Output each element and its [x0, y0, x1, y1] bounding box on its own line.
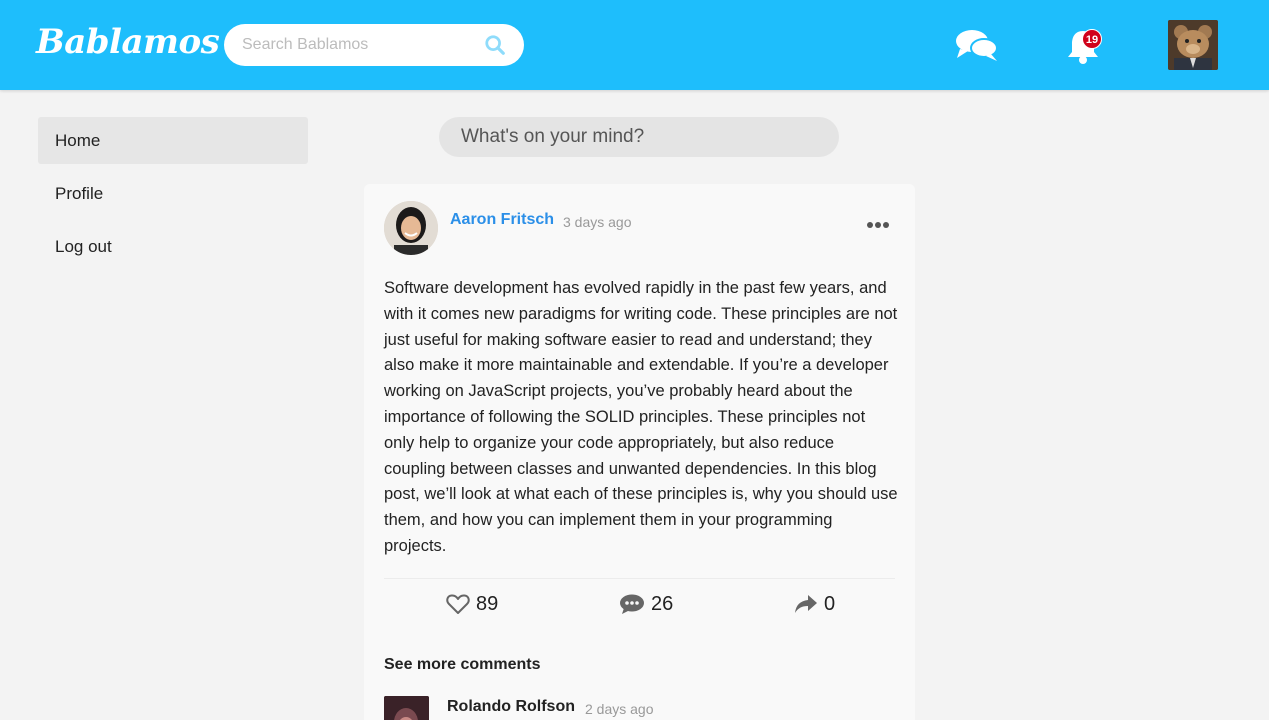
- search-icon[interactable]: [484, 34, 506, 56]
- post-body-text: Software development has evolved rapidly…: [384, 279, 898, 555]
- post-author-name[interactable]: Aaron Fritsch: [450, 211, 554, 229]
- sidebar-item-logout[interactable]: Log out: [38, 223, 308, 270]
- more-options-icon[interactable]: [866, 218, 890, 232]
- top-navigation-bar: Bablamos 19: [0, 0, 1269, 90]
- post-divider: [384, 578, 895, 579]
- notification-badge: 19: [1082, 29, 1102, 49]
- post-card: Aaron Fritsch 3 days ago Software develo…: [364, 184, 915, 720]
- app-logo[interactable]: Bablamos: [36, 22, 220, 62]
- sidebar-nav: Home Profile Log out: [38, 117, 308, 276]
- like-count: 89: [476, 592, 499, 615]
- share-button[interactable]: 0: [794, 592, 835, 616]
- see-more-comments-link[interactable]: See more comments: [384, 656, 541, 674]
- user-avatar[interactable]: [1168, 20, 1218, 70]
- messages-icon[interactable]: [955, 27, 999, 63]
- status-composer[interactable]: What's on your mind?: [439, 117, 839, 157]
- comment-count: 26: [651, 592, 674, 615]
- author-avatar[interactable]: [384, 201, 438, 255]
- like-button[interactable]: 89: [446, 592, 498, 616]
- sidebar-item-home[interactable]: Home: [38, 117, 308, 164]
- post-timestamp: 3 days ago: [563, 214, 632, 230]
- sidebar-item-profile[interactable]: Profile: [38, 170, 308, 217]
- heart-icon: [446, 594, 470, 614]
- search-input[interactable]: [242, 24, 482, 66]
- comment-timestamp: 2 days ago: [585, 701, 654, 717]
- comment-bubble-icon: [620, 594, 644, 614]
- share-arrow-icon: [795, 595, 817, 613]
- search-box[interactable]: [224, 24, 524, 66]
- share-count: 0: [824, 592, 836, 615]
- comment-author-name[interactable]: Rolando Rolfson: [447, 698, 575, 716]
- commenter-avatar[interactable]: [384, 696, 429, 720]
- comment-button[interactable]: 26: [619, 592, 673, 616]
